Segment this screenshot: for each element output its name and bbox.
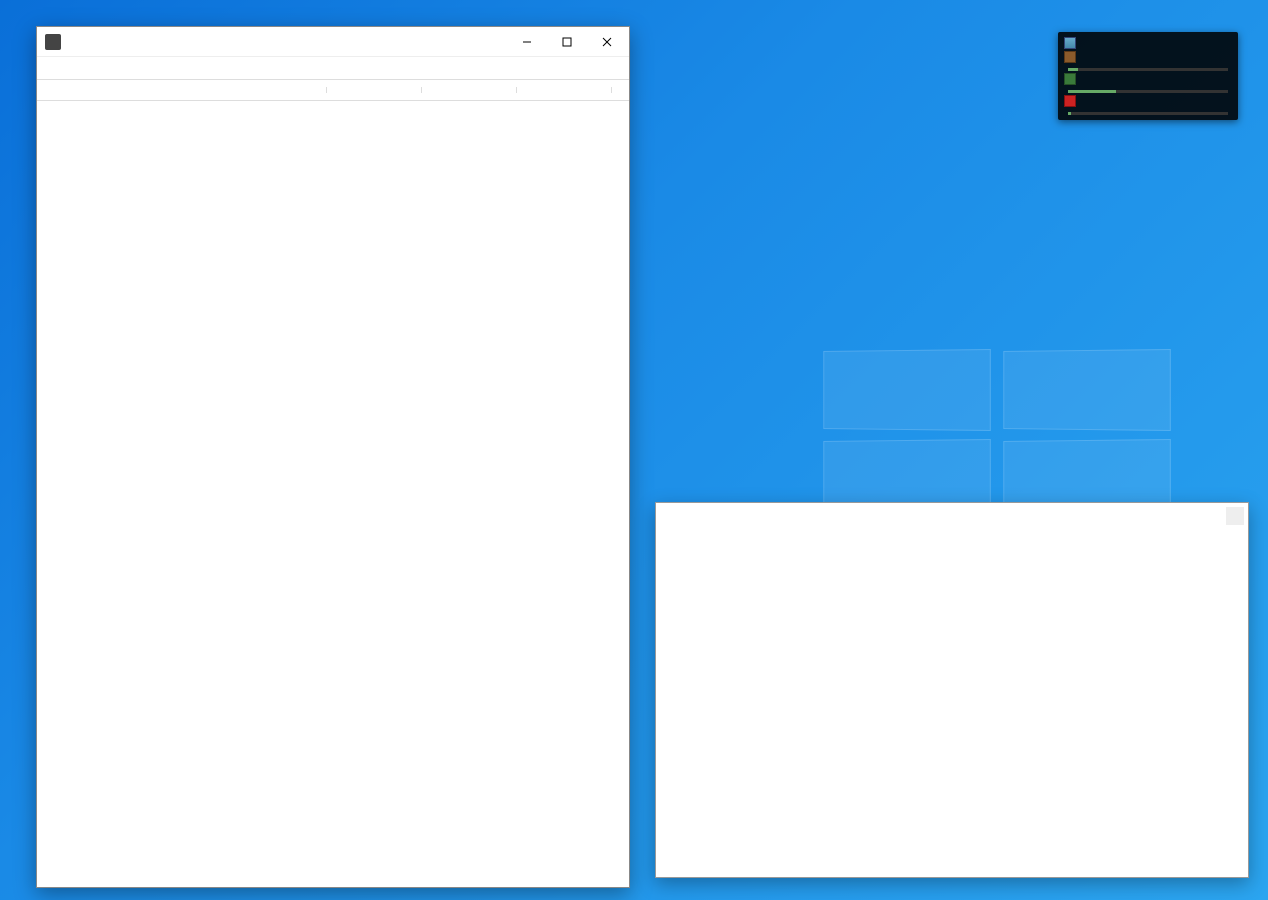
- menu-help[interactable]: [95, 66, 111, 70]
- gadget-mem-header: [1064, 73, 1232, 85]
- gadget-memory: [1064, 85, 1232, 93]
- menu-view[interactable]: [59, 66, 75, 70]
- gpu-icon: [1064, 95, 1076, 107]
- gadget-mb-header: [1064, 37, 1232, 49]
- menu-options[interactable]: [77, 66, 93, 70]
- cpu-icon: [1064, 51, 1076, 63]
- plot-window[interactable]: [655, 502, 1249, 878]
- maximize-button[interactable]: [547, 28, 587, 56]
- memory-icon: [1064, 73, 1076, 85]
- column-headers: [37, 79, 629, 101]
- gadget-cpu-total: [1064, 63, 1232, 71]
- minimize-button[interactable]: [507, 28, 547, 56]
- libre-hardware-monitor-window: [36, 26, 630, 888]
- gadget-gpu-header: [1064, 95, 1232, 107]
- app-icon: [45, 34, 61, 50]
- desktop-gadget[interactable]: [1058, 32, 1238, 120]
- gadget-gpu-load: [1064, 107, 1232, 115]
- col-min[interactable]: [422, 87, 517, 93]
- col-value[interactable]: [327, 87, 422, 93]
- menubar: [37, 57, 629, 79]
- menu-file[interactable]: [41, 66, 57, 70]
- sensor-tree[interactable]: [37, 101, 629, 887]
- gadget-cpu-header: [1064, 51, 1232, 63]
- col-sensor[interactable]: [37, 87, 327, 93]
- col-max[interactable]: [517, 87, 612, 93]
- close-button[interactable]: [587, 28, 627, 56]
- motherboard-icon: [1064, 37, 1076, 49]
- titlebar[interactable]: [37, 27, 629, 57]
- plot-close-button[interactable]: [1226, 507, 1244, 525]
- plot-x-axis: [702, 511, 1240, 513]
